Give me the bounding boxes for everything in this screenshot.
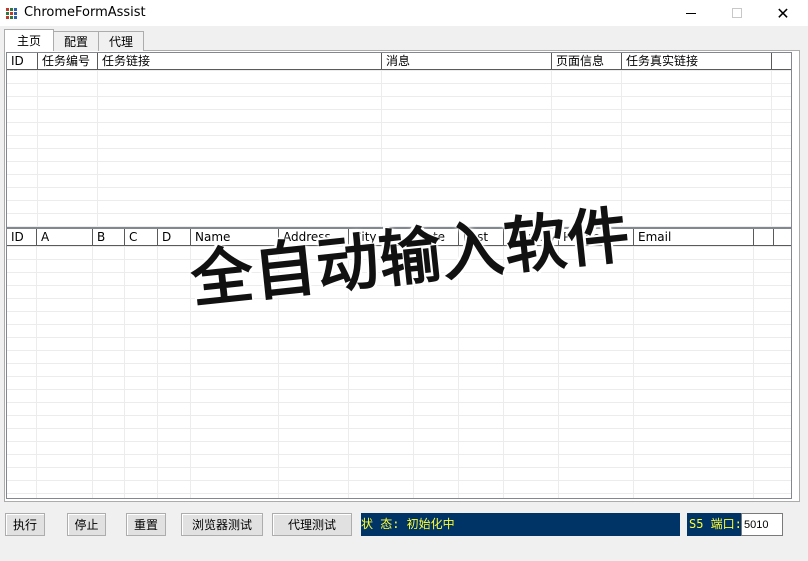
- proxy-test-button[interactable]: 代理测试: [272, 513, 352, 536]
- stop-button[interactable]: 停止: [67, 513, 106, 536]
- port-input[interactable]: [741, 513, 783, 536]
- tab-config[interactable]: 配置: [53, 31, 100, 51]
- column-header-task-number[interactable]: 任务编号: [38, 53, 98, 69]
- column-header-id[interactable]: ID: [7, 53, 38, 69]
- port-label: S5 端口:: [687, 513, 741, 536]
- maximize-button[interactable]: [714, 0, 760, 26]
- reset-button[interactable]: 重置: [126, 513, 166, 536]
- column-header-page-info[interactable]: 页面信息: [552, 53, 622, 69]
- close-button[interactable]: ✕: [760, 0, 806, 26]
- browser-test-button[interactable]: 浏览器测试: [181, 513, 263, 536]
- column-header-email[interactable]: Email: [634, 229, 754, 245]
- minimize-button[interactable]: [668, 0, 714, 26]
- column-header-b[interactable]: B: [93, 229, 125, 245]
- status-text: 状 态: 初始化中: [361, 513, 680, 536]
- column-header-message[interactable]: 消息: [382, 53, 552, 69]
- app-icon: [6, 8, 17, 19]
- column-header-a[interactable]: A: [37, 229, 93, 245]
- title-bar: ChromeFormAssist ✕: [0, 0, 808, 26]
- task-grid[interactable]: ID 任务编号 任务链接 消息 页面信息 任务真实链接: [6, 52, 792, 228]
- tab-proxy[interactable]: 代理: [98, 31, 145, 51]
- tab-home[interactable]: 主页: [4, 29, 55, 51]
- column-header-filler: [772, 53, 791, 69]
- execute-button[interactable]: 执行: [5, 513, 45, 536]
- tab-strip: 主页 配置 代理: [4, 29, 145, 51]
- column-header-task-link[interactable]: 任务链接: [98, 53, 382, 69]
- column-header-real-link[interactable]: 任务真实链接: [622, 53, 772, 69]
- task-grid-body[interactable]: [7, 70, 791, 227]
- close-icon: ✕: [776, 3, 790, 23]
- column-header-c[interactable]: C: [125, 229, 158, 245]
- column-header-filler: [754, 229, 774, 245]
- column-header-id[interactable]: ID: [7, 229, 37, 245]
- minimize-icon: [686, 12, 696, 14]
- task-grid-header: ID 任务编号 任务链接 消息 页面信息 任务真实链接: [7, 53, 791, 70]
- window-title: ChromeFormAssist: [24, 5, 146, 20]
- maximize-icon: [732, 8, 742, 18]
